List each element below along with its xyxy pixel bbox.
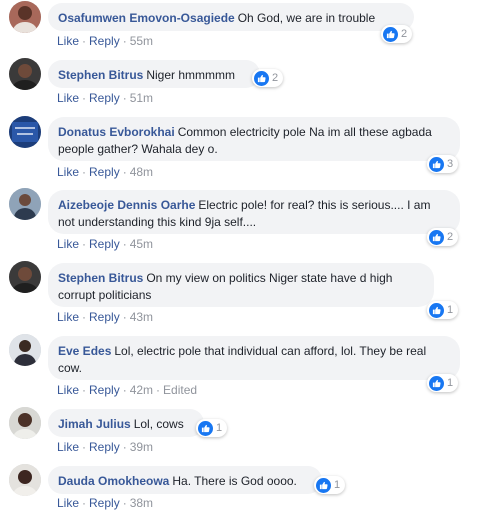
comment-timestamp[interactable]: 43m xyxy=(130,310,153,324)
reaction-count[interactable]: 1 xyxy=(427,301,459,319)
comment-timestamp[interactable]: 51m xyxy=(130,91,153,105)
comment-actions: Like · Reply · 48m xyxy=(57,165,154,179)
reaction-count[interactable]: 1 xyxy=(314,476,346,494)
edited-label[interactable]: Edited xyxy=(163,383,197,397)
reply-link[interactable]: Reply xyxy=(89,34,120,48)
like-thumb-icon xyxy=(383,26,398,42)
comment-bubble: Jimah Julius Lol, cows xyxy=(48,409,204,437)
reaction-number: 1 xyxy=(447,377,454,389)
comment-actions: Like · Reply · 45m xyxy=(57,237,154,251)
avatar[interactable] xyxy=(9,116,41,148)
like-thumb-icon xyxy=(316,477,331,493)
comment-author[interactable]: Aizebeoje Dennis Oarhe xyxy=(58,198,195,212)
reaction-number: 1 xyxy=(447,304,454,316)
reaction-count[interactable]: 2 xyxy=(427,228,459,246)
comment-bubble: Eve Edes Lol, electric pole that individu… xyxy=(48,336,460,380)
comment-bubble: Donatus Evborokhai Common electricity pol… xyxy=(48,117,460,161)
avatar[interactable] xyxy=(9,58,41,90)
reaction-number: 1 xyxy=(334,479,341,491)
reaction-number: 2 xyxy=(447,231,454,243)
like-link[interactable]: Like xyxy=(57,383,79,397)
comment-text: Oh God, we are in trouble xyxy=(237,11,376,25)
comment-author[interactable]: Stephen Bitrus xyxy=(58,68,143,82)
comment-author[interactable]: Osafumwen Emovon-Osagiede xyxy=(58,11,235,25)
like-thumb-icon xyxy=(429,375,444,391)
avatar[interactable] xyxy=(9,1,41,33)
comment-bubble: Aizebeoje Dennis Oarhe Electric pole! for… xyxy=(48,190,460,234)
comment-bubble: Stephen Bitrus On my view on politics Nig… xyxy=(48,263,434,307)
comment-author[interactable]: Jimah Julius xyxy=(58,417,131,431)
comment-author[interactable]: Stephen Bitrus xyxy=(58,271,143,285)
comment-author[interactable]: Dauda Omokheowa xyxy=(58,474,169,488)
comment-actions: Like · Reply · 55m xyxy=(57,34,154,48)
reaction-number: 3 xyxy=(447,158,454,170)
like-thumb-icon xyxy=(429,229,444,245)
like-link[interactable]: Like xyxy=(57,440,79,454)
like-thumb-icon xyxy=(429,156,444,172)
like-link[interactable]: Like xyxy=(57,237,79,251)
like-link[interactable]: Like xyxy=(57,310,79,324)
avatar[interactable] xyxy=(9,261,41,293)
comment-actions: Like · Reply · 43m xyxy=(57,310,154,324)
like-link[interactable]: Like xyxy=(57,91,79,105)
reply-link[interactable]: Reply xyxy=(89,237,120,251)
reply-link[interactable]: Reply xyxy=(89,310,120,324)
reaction-count[interactable]: 1 xyxy=(196,419,228,437)
comment-author[interactable]: Eve Edes xyxy=(58,344,111,358)
comment-bubble: Dauda Omokheowa Ha. There is God oooo. xyxy=(48,466,322,494)
comment-actions: Like · Reply · 42m · Edited xyxy=(57,383,198,397)
reply-link[interactable]: Reply xyxy=(89,383,120,397)
reaction-count[interactable]: 3 xyxy=(427,155,459,173)
avatar[interactable] xyxy=(9,188,41,220)
like-thumb-icon xyxy=(254,70,269,86)
comment-timestamp[interactable]: 42m xyxy=(130,383,153,397)
reply-link[interactable]: Reply xyxy=(89,440,120,454)
avatar[interactable] xyxy=(9,464,41,496)
like-link[interactable]: Like xyxy=(57,34,79,48)
reaction-number: 2 xyxy=(272,72,279,84)
avatar[interactable] xyxy=(9,334,41,366)
comment-bubble: Osafumwen Emovon-Osagiede Oh God, we are … xyxy=(48,3,414,31)
like-thumb-icon xyxy=(198,420,213,436)
reply-link[interactable]: Reply xyxy=(89,91,120,105)
reaction-number: 1 xyxy=(216,422,223,434)
comment-bubble: Stephen Bitrus Niger hmmmmm xyxy=(48,60,260,88)
comment-actions: Like · Reply · 39m xyxy=(57,440,154,454)
reaction-number: 2 xyxy=(401,28,408,40)
reaction-count[interactable]: 1 xyxy=(427,374,459,392)
reply-link[interactable]: Reply xyxy=(89,165,120,179)
comment-timestamp[interactable]: 45m xyxy=(130,237,153,251)
comment-actions: Like · Reply · 51m xyxy=(57,91,154,105)
comment-timestamp[interactable]: 55m xyxy=(130,34,153,48)
like-link[interactable]: Like xyxy=(57,165,79,179)
reaction-count[interactable]: 2 xyxy=(252,69,284,87)
comment-timestamp[interactable]: 39m xyxy=(130,440,153,454)
comment-text: Ha. There is God oooo. xyxy=(172,474,297,488)
comment-author[interactable]: Donatus Evborokhai xyxy=(58,125,175,139)
comment-text: Lol, cows xyxy=(133,417,184,431)
reaction-count[interactable]: 2 xyxy=(381,25,413,43)
comment-text: Niger hmmmmm xyxy=(146,68,236,82)
comment-text: Lol, electric pole that individual can a… xyxy=(58,344,427,375)
comment-timestamp[interactable]: 48m xyxy=(130,165,153,179)
avatar[interactable] xyxy=(9,407,41,439)
like-thumb-icon xyxy=(429,302,444,318)
